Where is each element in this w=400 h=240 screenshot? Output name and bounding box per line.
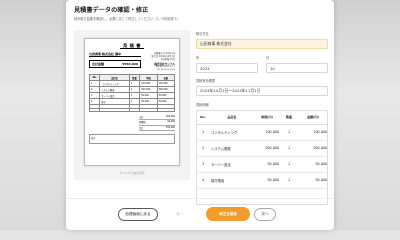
doc-table: No. 品目名 数量 単価 金額 1 コンサルティング 1 100,000 100,00… xyxy=(88,74,176,113)
items-cell-amount[interactable]: 300,000 xyxy=(298,140,328,157)
year-label: 年 xyxy=(196,56,200,60)
document-preview[interactable]: 見 積 書 山田商事 株式会社 御中 合計金額 ¥550,000 見積番号 Q-… xyxy=(74,30,190,180)
items-cell-no: 2 xyxy=(196,140,210,157)
items-row[interactable]: 4 保守運用 50,000 1 50,000 xyxy=(196,172,328,189)
customer-label: 取引先名 xyxy=(196,32,209,36)
items-cell-price[interactable]: 100,000 xyxy=(254,124,280,141)
back-to-process-button[interactable]: 処理画面に戻る xyxy=(118,208,158,221)
doc-amount: 合計金額 ¥550,000 xyxy=(89,60,141,68)
items-cell-qty[interactable]: 1 xyxy=(280,124,298,141)
document-page: 見 積 書 山田商事 株式会社 御中 合計金額 ¥550,000 見積番号 Q-… xyxy=(84,38,180,166)
period-label: 見積有効期間 xyxy=(196,79,216,83)
doc-notes: 備考 xyxy=(89,134,175,145)
items-cell-no: 3 xyxy=(196,156,210,173)
items-row[interactable]: 1 コンサルティング 100,000 1 100,000 xyxy=(196,124,328,141)
items-cell-qty[interactable]: 1 xyxy=(280,172,298,189)
items-cell-amount[interactable]: 50,000 xyxy=(298,172,328,189)
modal-footer: 処理画面に戻る 前へ 修正を保存 次へ xyxy=(66,198,334,230)
zoom-hint: クリックで拡大表示 xyxy=(119,171,145,175)
items-row[interactable]: 3 サーバー設定 50,000 1 50,000 xyxy=(196,156,328,173)
doc-customer: 山田商事 株式会社 御中 xyxy=(89,52,141,57)
period-input[interactable]: 2024年10月1日〜2024年11月1日 xyxy=(196,86,328,96)
items-cell-no: 1 xyxy=(196,124,210,141)
doc-table-row xyxy=(88,107,176,113)
items-cell-name[interactable]: 保守運用 xyxy=(210,172,254,189)
items-label: 見積明細 xyxy=(196,103,209,107)
month-input[interactable]: 10 xyxy=(266,63,328,73)
items-cell-qty[interactable]: 1 xyxy=(280,140,298,157)
items-cell-price[interactable]: 300,000 xyxy=(254,140,280,157)
items-cell-price[interactable]: 50,000 xyxy=(254,156,280,173)
doc-title: 見 積 書 xyxy=(120,43,144,49)
items-cell-no: 4 xyxy=(196,172,210,189)
next-button[interactable]: 次へ xyxy=(254,208,276,221)
items-cell-name[interactable]: コンサルティング xyxy=(210,124,254,141)
doc-totals: 小計 500,000 消費税 50,000 合計 550,000 xyxy=(139,114,175,132)
items-cell-qty[interactable]: 1 xyxy=(280,156,298,173)
items-cell-name[interactable]: システム開発 xyxy=(210,140,254,157)
review-modal: 見積書データの確認・修正 読み取り結果を確認し、必要に応じて修正してください（1… xyxy=(66,0,334,230)
items-table: No. 品目名 単価(円) 数量 金額(円) 1 コンサルティング 100,000 1… xyxy=(196,110,328,189)
save-button[interactable]: 修正を保存 xyxy=(206,207,250,221)
items-cell-name[interactable]: サーバー設定 xyxy=(210,156,254,173)
customer-input[interactable]: 山田商事 株式会社 xyxy=(196,39,328,49)
year-input[interactable]: 2024 xyxy=(196,63,258,73)
month-label: 月 xyxy=(266,56,270,60)
doc-meta: 見積番号 Q-2024-10 発行日 2024年10月1日 有効期限 30日 xyxy=(151,52,175,61)
modal-title: 見積書データの確認・修正 xyxy=(74,7,149,14)
items-cell-amount[interactable]: 50,000 xyxy=(298,156,328,173)
modal-subtitle: 読み取り結果を確認し、必要に応じて修正してください（1／3件処理 2） xyxy=(74,17,180,21)
items-cell-amount[interactable]: 100,000 xyxy=(298,124,328,141)
items-cell-price[interactable]: 50,000 xyxy=(254,172,280,189)
prev-button[interactable]: 前へ xyxy=(170,208,190,221)
items-row[interactable]: 2 システム開発 300,000 1 300,000 xyxy=(196,140,328,157)
